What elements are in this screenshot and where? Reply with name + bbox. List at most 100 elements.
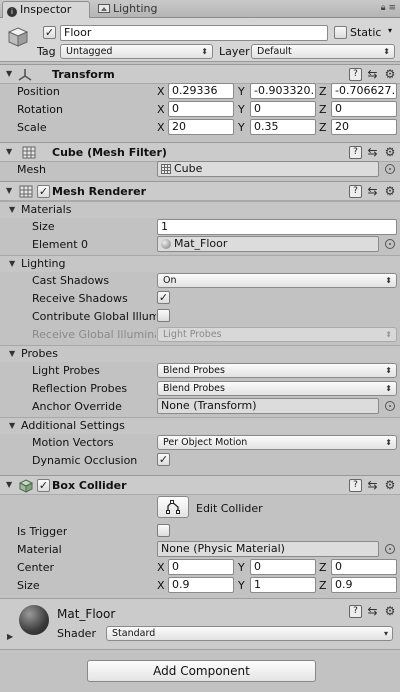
collider-material-label: Material: [17, 543, 62, 556]
center-y-label[interactable]: Y: [238, 561, 245, 574]
size-y-field[interactable]: 1: [250, 577, 316, 593]
edit-collider-button[interactable]: [157, 496, 189, 518]
foldout-arrow-icon[interactable]: ▼: [9, 349, 15, 358]
size-x-label[interactable]: X: [157, 579, 165, 592]
size-x-field[interactable]: 0.9: [168, 577, 234, 593]
mesh-field[interactable]: Cube: [157, 161, 379, 177]
transform-header[interactable]: ▼ Transform ? ⇆ ⚙: [0, 64, 400, 84]
tag-dropdown[interactable]: Untagged ⬍: [60, 44, 213, 59]
position-y-label[interactable]: Y: [238, 85, 245, 98]
size-z-label[interactable]: Z: [319, 579, 327, 592]
mesh-filter-header[interactable]: ▼ Cube (Mesh Filter) ? ⇆ ⚙: [0, 142, 400, 162]
box-collider-enabled-checkbox[interactable]: ✓: [37, 479, 50, 492]
gear-icon[interactable]: ⚙: [383, 146, 397, 159]
element0-field[interactable]: Mat_Floor: [157, 236, 379, 252]
presets-icon[interactable]: ⇆: [366, 479, 379, 492]
scale-y-label[interactable]: Y: [238, 121, 245, 134]
position-z-field[interactable]: -0.706627…: [331, 83, 397, 99]
foldout-arrow-icon[interactable]: ▶: [7, 632, 13, 641]
dynamic-occlusion-checkbox[interactable]: ✓: [157, 453, 170, 466]
tab-lighting[interactable]: Lighting: [94, 1, 174, 18]
help-icon[interactable]: ?: [349, 146, 362, 159]
foldout-arrow-icon[interactable]: ▼: [6, 480, 12, 489]
is-trigger-checkbox[interactable]: [157, 524, 170, 537]
materials-section-header[interactable]: ▼ Materials: [0, 201, 400, 218]
gear-icon[interactable]: ⚙: [383, 68, 397, 81]
materials-size-field[interactable]: 1: [157, 219, 397, 235]
rotation-y-field[interactable]: 0: [250, 101, 316, 117]
mesh-label: Mesh: [17, 163, 46, 176]
center-z-field[interactable]: 0: [331, 559, 397, 575]
scale-z-field[interactable]: 20: [331, 119, 397, 135]
gear-icon[interactable]: ⚙: [383, 479, 397, 492]
presets-icon[interactable]: ⇆: [366, 146, 379, 159]
contribute-gi-checkbox[interactable]: [157, 309, 170, 322]
scale-x-field[interactable]: 20: [168, 119, 234, 135]
help-icon[interactable]: ?: [349, 605, 362, 618]
box-collider-header[interactable]: ▼ ✓ Box Collider ? ⇆ ⚙: [0, 475, 400, 495]
object-picker-icon[interactable]: [385, 239, 395, 249]
size-z-field[interactable]: 0.9: [331, 577, 397, 593]
center-x-label[interactable]: X: [157, 561, 165, 574]
foldout-arrow-icon[interactable]: ▼: [6, 69, 12, 78]
rotation-y-label[interactable]: Y: [238, 103, 245, 116]
scale-z-label[interactable]: Z: [319, 121, 327, 134]
center-y-field[interactable]: 0: [250, 559, 316, 575]
size-y-label[interactable]: Y: [238, 579, 245, 592]
tab-menu-icon[interactable]: ≡: [388, 3, 396, 13]
center-x-field[interactable]: 0: [168, 559, 234, 575]
reflection-probes-dropdown[interactable]: Blend Probes ⬍: [157, 381, 397, 396]
gear-icon[interactable]: ⚙: [383, 185, 397, 198]
anchor-override-field[interactable]: None (Transform): [157, 398, 379, 414]
rotation-x-label[interactable]: X: [157, 103, 165, 116]
mesh-renderer-enabled-checkbox[interactable]: ✓: [37, 185, 50, 198]
probes-section-header[interactable]: ▼ Probes: [0, 345, 400, 362]
position-z-label[interactable]: Z: [319, 85, 327, 98]
foldout-arrow-icon[interactable]: ▼: [9, 205, 15, 214]
tab-inspector[interactable]: i Inspector: [2, 1, 90, 18]
position-x-label[interactable]: X: [157, 85, 165, 98]
mesh-renderer-header[interactable]: ▼ ✓ Mesh Renderer ? ⇆ ⚙: [0, 181, 400, 201]
light-probes-label: Light Probes: [32, 364, 100, 377]
lock-icon[interactable]: 🔒︎: [381, 3, 386, 13]
static-dropdown-arrow[interactable]: ▾: [388, 26, 392, 35]
help-icon[interactable]: ?: [349, 479, 362, 492]
position-y-field[interactable]: -0.903320…: [250, 83, 316, 99]
foldout-arrow-icon[interactable]: ▼: [9, 259, 15, 268]
receive-shadows-checkbox[interactable]: ✓: [157, 291, 170, 304]
light-probes-dropdown[interactable]: Blend Probes ⬍: [157, 363, 397, 378]
motion-vectors-dropdown[interactable]: Per Object Motion ⬍: [157, 435, 397, 450]
presets-icon[interactable]: ⇆: [366, 605, 379, 618]
foldout-arrow-icon[interactable]: ▼: [9, 421, 15, 430]
layer-dropdown[interactable]: Default ⬍: [251, 44, 395, 59]
mesh-value: Cube: [174, 162, 203, 175]
help-icon[interactable]: ?: [349, 185, 362, 198]
material-sphere-icon: [161, 239, 171, 249]
collider-material-field[interactable]: None (Physic Material): [157, 541, 379, 557]
foldout-arrow-icon[interactable]: ▼: [6, 186, 12, 195]
object-picker-icon[interactable]: [385, 544, 395, 554]
gear-icon[interactable]: ⚙: [383, 605, 397, 618]
shader-dropdown[interactable]: Standard ▾: [106, 626, 393, 641]
presets-icon[interactable]: ⇆: [366, 185, 379, 198]
help-icon[interactable]: ?: [349, 68, 362, 81]
name-field[interactable]: Floor: [60, 25, 328, 41]
lighting-section-header[interactable]: ▼ Lighting: [0, 255, 400, 272]
presets-icon[interactable]: ⇆: [366, 68, 379, 81]
rotation-z-label[interactable]: Z: [319, 103, 327, 116]
position-x-field[interactable]: 0.29336: [168, 83, 234, 99]
object-picker-icon[interactable]: [385, 164, 395, 174]
add-component-button[interactable]: Add Component: [87, 660, 316, 682]
static-checkbox[interactable]: [334, 26, 347, 39]
materials-size-label: Size: [32, 220, 55, 233]
rotation-x-field[interactable]: 0: [168, 101, 234, 117]
center-z-label[interactable]: Z: [319, 561, 327, 574]
object-picker-icon[interactable]: [385, 401, 395, 411]
rotation-z-field[interactable]: 0: [331, 101, 397, 117]
foldout-arrow-icon[interactable]: ▼: [6, 147, 12, 156]
scale-y-field[interactable]: 0.35: [250, 119, 316, 135]
scale-x-label[interactable]: X: [157, 121, 165, 134]
active-checkbox[interactable]: ✓: [43, 26, 56, 39]
additional-settings-header[interactable]: ▼ Additional Settings: [0, 417, 400, 434]
cast-shadows-dropdown[interactable]: On ⬍: [157, 273, 397, 288]
